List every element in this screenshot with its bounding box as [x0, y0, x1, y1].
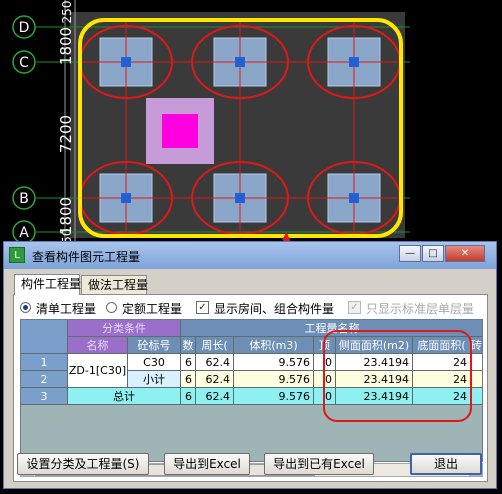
cell-count-2[interactable]: 6 [181, 371, 196, 388]
radio-quota-quantity[interactable] [106, 302, 117, 313]
col-header-brick[interactable]: 砖胎 [471, 337, 482, 354]
row-number-3[interactable]: 3 [21, 388, 68, 405]
group-header-conditions: 分类条件 [68, 320, 181, 337]
checkbox-standard-floor-label: 只显示标准层单层量 [366, 302, 475, 316]
cell-count-1[interactable]: 6 [181, 354, 196, 371]
dimension-1800-top: 1800 [57, 27, 75, 65]
highlight-annotation [323, 330, 472, 422]
close-icon[interactable]: ✕ [445, 245, 485, 262]
cell-perimeter-1[interactable]: 62.4 [196, 354, 234, 371]
dimension-7200: 7200 [57, 115, 75, 153]
maximize-icon[interactable]: □ [422, 245, 444, 262]
axis-label-b: B [19, 191, 29, 207]
export-excel-button[interactable]: 导出到Excel [164, 453, 250, 475]
export-existing-excel-button[interactable]: 导出到已有Excel [264, 453, 374, 475]
checkbox-show-room-label: 显示房间、组合构件量 [214, 302, 335, 316]
row-number-2[interactable]: 2 [21, 371, 68, 388]
col-header-grade[interactable]: 砼标号 [128, 337, 181, 354]
row-number-1[interactable]: 1 [21, 354, 68, 371]
cell-grade-2[interactable]: 小计 [128, 371, 181, 388]
col-header-volume[interactable]: 体积(m3) [234, 337, 314, 354]
cell-brick-2[interactable] [471, 371, 482, 388]
tab-method-quantity[interactable]: 做法工程量 [81, 275, 148, 294]
cell-volume-3[interactable]: 9.576 [234, 388, 314, 405]
col-header-name[interactable]: 名称 [68, 337, 128, 354]
axis-label-d: D [19, 20, 30, 36]
dialog-titlebar[interactable]: L 查看构件图元工程量 — □ ✕ [4, 242, 496, 269]
cell-perimeter-2[interactable]: 62.4 [196, 371, 234, 388]
app-icon: L [9, 247, 25, 263]
checkbox-standard-floor: ✓ [348, 301, 361, 314]
exit-button[interactable]: 退出 [410, 453, 482, 475]
dimension-250-top: 250 [60, 1, 74, 24]
radio-quota-quantity-label: 定额工程量 [122, 302, 183, 316]
cell-brick-1[interactable] [471, 354, 482, 371]
minimize-icon[interactable]: — [399, 245, 421, 262]
table-corner [21, 320, 68, 354]
cell-brick-3[interactable] [471, 388, 482, 405]
cell-volume-2[interactable]: 9.576 [234, 371, 314, 388]
radio-bill-quantity-label: 清单工程量 [36, 302, 97, 316]
cell-grade-1[interactable]: C30 [128, 354, 181, 371]
axis-label-c: C [19, 55, 29, 71]
settings-button[interactable]: 设置分类及工程量(S) [17, 453, 149, 475]
axis-label-a: A [19, 225, 29, 241]
col-header-count[interactable]: 数 [181, 337, 196, 354]
cell-count-3[interactable]: 6 [181, 388, 196, 405]
cell-perimeter-3[interactable]: 62.4 [196, 388, 234, 405]
tab-component-quantity[interactable]: 构件工程量 [14, 274, 81, 295]
checkbox-show-room[interactable]: ✓ [196, 301, 209, 314]
dialog-title: 查看构件图元工程量 [32, 250, 141, 264]
cad-drawing-view[interactable]: D C B A 1800 7200 1800 250 250 [0, 0, 502, 245]
cell-name[interactable]: ZD-1[C30] [68, 354, 128, 388]
cell-volume-1[interactable]: 9.576 [234, 354, 314, 371]
radio-bill-quantity[interactable] [20, 302, 31, 313]
cell-total-label[interactable]: 总计 [68, 388, 181, 405]
col-header-perimeter[interactable]: 周长( [196, 337, 234, 354]
